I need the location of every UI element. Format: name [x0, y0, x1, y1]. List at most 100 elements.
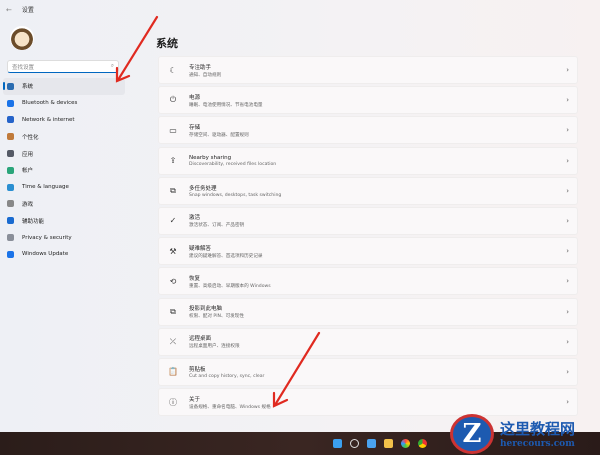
sidebar-item-label: 系统 [22, 84, 34, 91]
sidebar-item-label: 辅助功能 [22, 218, 45, 225]
card-title: 电源 [189, 94, 201, 101]
settings-card[interactable]: ⟲ 恢复 重置、高级启动、早期版本的 Windows › [158, 267, 578, 296]
card-subtitle: 存储空间、驱动器、配置规则 [189, 132, 249, 138]
chevron-right-icon: › [566, 186, 569, 195]
sidebar-item-label: 个性化 [22, 134, 39, 141]
chevron-right-icon: › [566, 66, 569, 74]
chevron-right-icon: › [566, 247, 569, 256]
nav-icon [7, 234, 14, 242]
search-input[interactable]: 查找设置 ⌕ [7, 60, 119, 73]
widgets-icon[interactable] [367, 439, 376, 448]
sidebar-item[interactable]: Time & language [3, 179, 125, 196]
nav-icon [7, 133, 14, 141]
sidebar-item[interactable]: 应用 [3, 145, 125, 162]
chevron-right-icon: › [566, 398, 569, 407]
card-icon: ▭ [169, 125, 177, 135]
card-title: 恢复 [189, 275, 201, 282]
settings-list: ☾ 专注助手 通知、自动规则 › ⏻ 电源 睡眠、电池使用情况、节省电池电量 › ▭ 存储 存储空间… [158, 56, 578, 418]
sidebar-item[interactable]: Bluetooth & devices [3, 95, 125, 112]
chevron-right-icon: › [566, 367, 569, 376]
card-icon: ⓘ [169, 397, 177, 407]
sidebar-item-label: Network & internet [22, 116, 75, 123]
nav-icon [7, 150, 14, 158]
card-title: 关于 [189, 396, 201, 403]
settings-card[interactable]: ⤫ 远程桌面 远程桌面用户、连接权限 › [158, 327, 578, 356]
sidebar-item-label: 帐户 [22, 168, 34, 175]
card-title: 疑难解答 [189, 245, 212, 252]
chevron-right-icon: › [566, 337, 569, 346]
nav-icon [7, 116, 14, 124]
card-subtitle: 通知、自动规则 [189, 72, 222, 78]
nav-icon [7, 200, 14, 208]
nav-icon [7, 217, 14, 225]
nav-icon [7, 250, 14, 258]
card-icon: ☾ [169, 65, 177, 75]
sidebar-item-label: Bluetooth & devices [22, 100, 78, 107]
sidebar-item-label: 游戏 [22, 201, 34, 208]
card-icon: ⇪ [169, 156, 177, 166]
card-icon: ⤫ [169, 336, 177, 346]
sidebar-item-label: Time & language [22, 184, 69, 191]
card-subtitle: 重置、高级启动、早期版本的 Windows [189, 283, 271, 289]
chevron-right-icon: › [566, 126, 569, 135]
card-subtitle: 权限、配对 PIN、可发现性 [189, 314, 244, 319]
chrome-icon[interactable] [418, 439, 427, 448]
card-title: 激活 [189, 215, 201, 222]
card-icon: ✓ [169, 216, 177, 226]
settings-card[interactable]: ⧉ 多任务处理 Snap windows, desktops, task switc… [158, 176, 578, 205]
card-subtitle: 建议的疑难解答、首选项和历史记录 [189, 253, 263, 259]
sidebar-item[interactable]: 个性化 [3, 128, 125, 145]
nav-icon [7, 82, 14, 90]
file-explorer-icon[interactable] [384, 439, 393, 448]
window-title: 设置 [21, 7, 34, 14]
sidebar-item[interactable]: 帐户 [3, 162, 125, 179]
sidebar-item[interactable]: Windows Update [3, 246, 125, 263]
sidebar-item-label: Windows Update [22, 251, 69, 258]
settings-card[interactable]: ☾ 专注助手 通知、自动规则 › [158, 56, 578, 84]
search-icon: ⌕ [110, 63, 114, 69]
card-title: 存储 [189, 124, 201, 131]
settings-card[interactable]: ⚒ 疑难解答 建议的疑难解答、首选项和历史记录 › [158, 237, 578, 266]
settings-card[interactable]: ⏻ 电源 睡眠、电池使用情况、节省电池电量 › [158, 86, 578, 115]
edge-canary-icon[interactable] [401, 439, 410, 448]
card-title: 远程桌面 [189, 336, 212, 343]
card-subtitle: Snap windows, desktops, task switching [189, 192, 282, 198]
sidebar-item-label: 应用 [22, 151, 34, 158]
sidebar-item[interactable]: 辅助功能 [3, 212, 125, 229]
settings-card[interactable]: ✓ 激活 激活状态、订阅、产品密钥 › [158, 206, 578, 235]
avatar[interactable] [10, 26, 34, 50]
settings-card[interactable]: ⧉ 投影到此电脑 权限、配对 PIN、可发现性 › [158, 297, 578, 326]
chevron-right-icon: › [566, 216, 569, 225]
settings-card[interactable]: 📋 剪贴板 Cut and copy history, sync, clear › [158, 357, 578, 386]
card-subtitle: 设备规格、重命名电脑、Windows 规格 [189, 404, 271, 410]
settings-card[interactable]: ▭ 存储 存储空间、驱动器、配置规则 › [158, 116, 578, 145]
watermark-en: herecours.com [500, 439, 575, 449]
settings-card[interactable]: ⇪ Nearby sharing Discoverability, received… [158, 146, 578, 175]
search-placeholder: 查找设置 [12, 65, 35, 71]
back-button[interactable]: ← [6, 6, 12, 14]
sidebar-item[interactable]: 系统 [3, 78, 125, 95]
sidebar-item-label: Privacy & security [22, 234, 72, 241]
card-title: 投影到此电脑 [189, 306, 223, 312]
search-icon[interactable] [350, 439, 359, 448]
card-icon: ⏻ [169, 95, 177, 105]
sidebar-item[interactable]: Network & internet [3, 112, 125, 129]
page-title: 系统 [156, 37, 178, 50]
sidebar-item[interactable]: 游戏 [3, 196, 125, 213]
watermark: Z 这里教程网 herecours.com [450, 412, 600, 455]
nav-icon [7, 183, 14, 191]
sidebar-item[interactable]: Privacy & security [3, 229, 125, 246]
card-icon: ⧉ [170, 185, 176, 195]
card-subtitle: Cut and copy history, sync, clear [189, 373, 265, 379]
chevron-right-icon: › [566, 307, 569, 316]
nav-icon [7, 99, 14, 107]
chevron-right-icon: › [566, 96, 569, 105]
start-icon[interactable] [333, 439, 342, 448]
card-icon: ⚒ [169, 246, 177, 256]
card-subtitle: 睡眠、电池使用情况、节省电池电量 [189, 102, 263, 108]
card-icon: ⟲ [169, 276, 177, 286]
settings-window: ← 设置 查找设置 ⌕ 系统 Bluetooth & devices Network… [0, 0, 600, 432]
card-title: 多任务处理 [189, 185, 217, 192]
card-title: 剪贴板 [189, 366, 206, 373]
card-title: 专注助手 [189, 64, 212, 71]
